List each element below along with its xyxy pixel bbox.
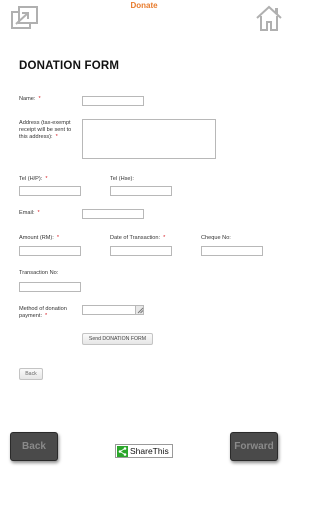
date-label: Date of Transaction: * <box>110 235 166 241</box>
amount-input[interactable] <box>19 246 81 256</box>
address-textarea[interactable] <box>82 119 216 159</box>
form-title: DONATION FORM <box>19 60 120 72</box>
tel-hse-input[interactable] <box>110 186 172 196</box>
top-bar: Donate <box>0 0 288 36</box>
method-select[interactable] <box>82 305 144 315</box>
required-mark: * <box>37 210 40 216</box>
required-mark: * <box>45 313 48 319</box>
nav-forward-button[interactable]: Forward <box>230 432 278 461</box>
method-label: Method of donation payment: * <box>19 306 67 319</box>
home-icon[interactable] <box>254 3 284 33</box>
resize-grip-icon <box>135 306 144 314</box>
form-back-button[interactable]: Back <box>19 368 43 380</box>
nav-back-button[interactable]: Back <box>10 432 58 461</box>
name-label: Name: * <box>19 96 41 102</box>
transaction-label: Transaction No: <box>19 270 59 276</box>
external-link-icon[interactable] <box>10 4 40 32</box>
amount-label: Amount (RM): * <box>19 235 59 241</box>
email-input[interactable] <box>82 209 144 219</box>
transaction-input[interactable] <box>19 282 81 292</box>
required-mark: * <box>163 235 166 241</box>
tel-hp-label: Tel (H/P): * <box>19 176 48 182</box>
share-icon <box>117 446 128 457</box>
sharethis-label: ShareThis <box>130 446 169 456</box>
cheque-input[interactable] <box>201 246 263 256</box>
name-input[interactable] <box>82 96 144 106</box>
page-title: Donate <box>130 1 158 10</box>
date-input[interactable] <box>110 246 172 256</box>
send-donation-form-button[interactable]: Send DONATION FORM <box>82 333 153 345</box>
required-mark: * <box>45 176 48 182</box>
email-label: Email: * <box>19 210 40 216</box>
tel-hp-input[interactable] <box>19 186 81 196</box>
cheque-label: Cheque No: <box>201 235 231 241</box>
sharethis-button[interactable]: ShareThis <box>115 444 173 458</box>
required-mark: * <box>56 235 59 241</box>
tel-hse-label: Tel (Hse): <box>110 176 134 182</box>
address-label: Address (tax-exempt receipt will be sent… <box>19 120 72 140</box>
required-mark: * <box>55 134 58 140</box>
required-mark: * <box>38 96 41 102</box>
